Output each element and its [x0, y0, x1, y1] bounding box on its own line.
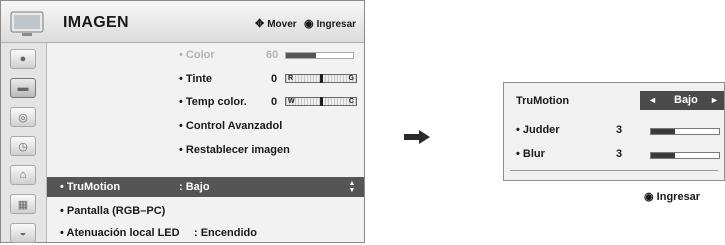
blur-slider[interactable]: [650, 152, 720, 159]
network-icon[interactable]: ◒: [10, 223, 36, 243]
trumotion-selector[interactable]: ◄ Bajo ►: [640, 91, 724, 110]
judder-slider[interactable]: [650, 128, 720, 135]
local-dimming-value: : Encendido: [194, 227, 257, 239]
judder-label[interactable]: • Judder: [516, 124, 560, 136]
judder-value: 3: [616, 124, 623, 136]
picture-icon[interactable]: ●: [10, 49, 36, 69]
left-arrow-icon[interactable]: ◄: [648, 95, 657, 105]
picture-menu: IMAGEN ✥ Mover ◉ Ingresar ● ▬ ◎ ◷ ⌂ ▦ ◒ • …: [0, 0, 365, 243]
tint-value: 0: [271, 73, 278, 85]
trumotion-value: : Bajo: [179, 181, 210, 193]
enter-hint: ◉ Ingresar: [304, 18, 357, 30]
blur-label[interactable]: • Blur: [516, 148, 545, 160]
color-slider[interactable]: [285, 52, 354, 59]
tint-slider[interactable]: R G: [285, 74, 357, 83]
option-icon[interactable]: ▦: [10, 194, 36, 214]
popup-enter-button[interactable]: ◉ Ingresar: [644, 190, 700, 203]
audio-icon[interactable]: ◎: [10, 107, 36, 127]
right-arrow-icon[interactable]: ►: [710, 95, 719, 105]
popup-title: TruMotion: [516, 95, 570, 107]
menu-item-trumotion[interactable]: • TruMotion: [60, 181, 120, 193]
menu-item-advanced-control[interactable]: • Control Avanzadol: [179, 120, 282, 132]
menu-item-display-rgb-pc[interactable]: • Pantalla (RGB–PC): [60, 205, 165, 217]
ok-button-icon: ◉: [644, 191, 654, 203]
move-hint: ✥ Mover: [255, 18, 297, 30]
selector-value: Bajo: [674, 94, 698, 106]
color-temp-slider[interactable]: W C: [285, 97, 357, 106]
menu-item-color-temp[interactable]: • Temp color.: [179, 96, 247, 108]
menu-item-reset-picture[interactable]: • Restablecer imagen: [179, 144, 290, 156]
blur-value: 3: [616, 148, 623, 160]
tv-icon: [10, 11, 44, 36]
color-value: 60: [266, 49, 279, 61]
right-arrow-icon: [404, 130, 430, 144]
screen-icon[interactable]: ▬: [10, 78, 36, 98]
trumotion-popup: TruMotion ◄ Bajo ► • Judder 3 • Blur 3: [503, 82, 725, 181]
menu-item-tint[interactable]: • Tinte: [179, 73, 212, 85]
move-arrows-icon: ✥: [255, 18, 265, 30]
lock-icon[interactable]: ⌂: [10, 165, 36, 185]
clock-icon[interactable]: ◷: [10, 136, 36, 156]
color-temp-value: 0: [271, 96, 278, 108]
menu-item-local-dimming[interactable]: • Atenuación local LED: [60, 227, 180, 239]
up-down-icon: ▲ ▼: [348, 180, 356, 194]
menu-item-color[interactable]: • Color: [179, 49, 215, 61]
ok-button-icon: ◉: [304, 18, 314, 30]
popup-divider: [510, 170, 718, 171]
menu-title: IMAGEN: [63, 14, 129, 31]
menu-header: IMAGEN ✥ Mover ◉ Ingresar: [1, 1, 364, 43]
sidebar: ● ▬ ◎ ◷ ⌂ ▦ ◒: [1, 43, 47, 243]
